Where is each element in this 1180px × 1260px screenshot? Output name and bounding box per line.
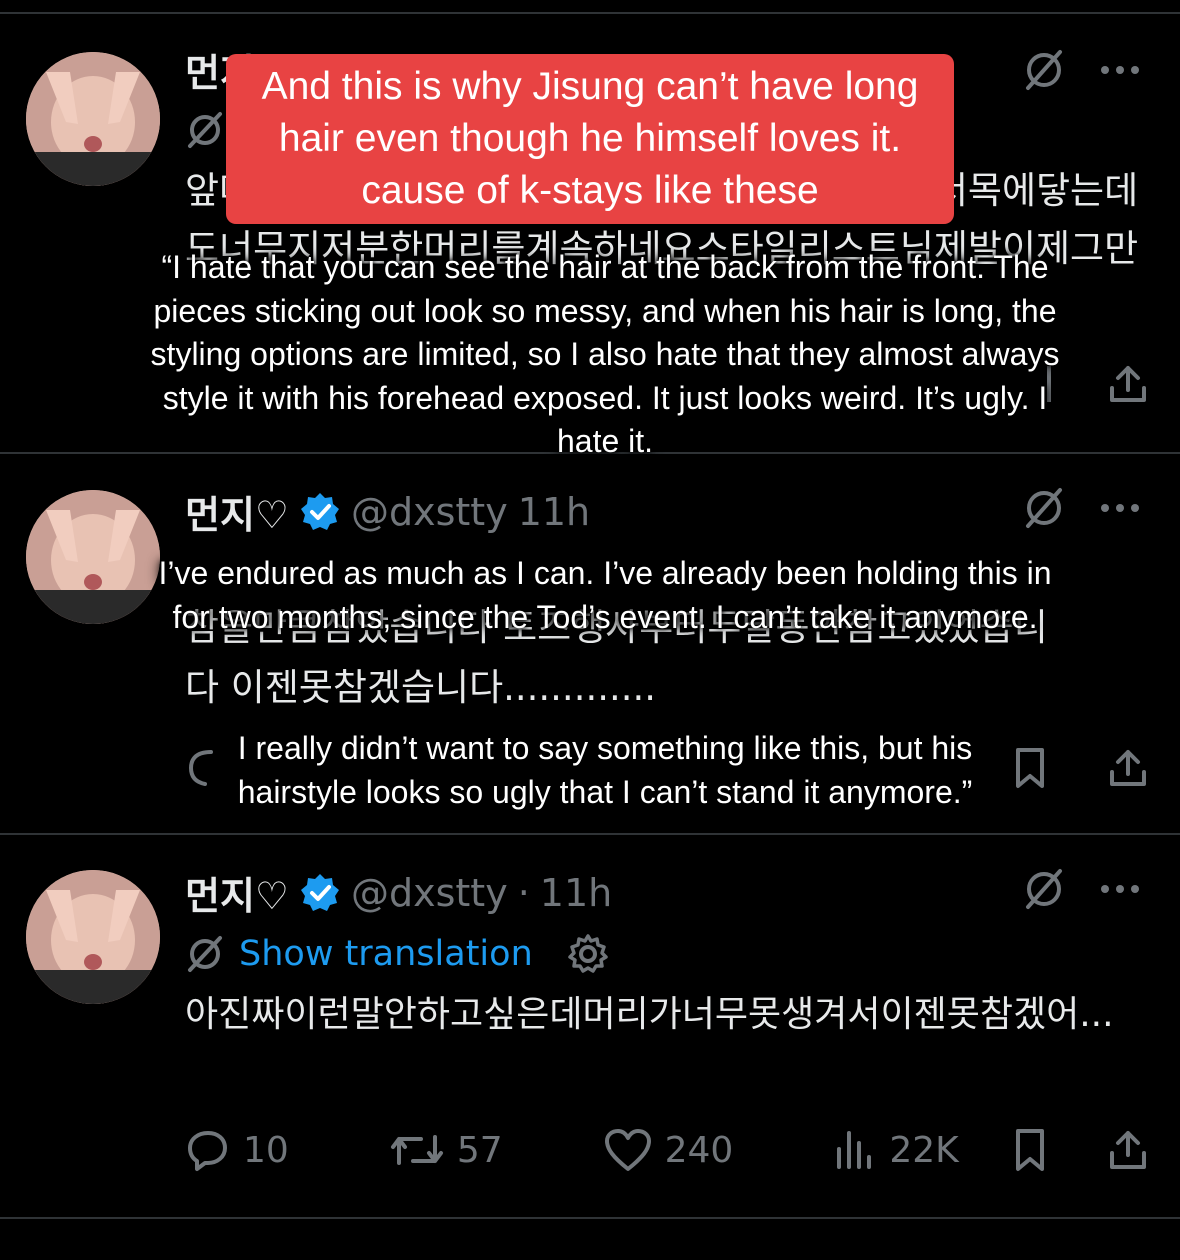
avatar[interactable] [26, 490, 160, 624]
views-count: 22K [889, 1129, 959, 1171]
repost-count: 57 [456, 1129, 503, 1171]
like-button[interactable]: 240 [603, 1127, 734, 1173]
tweet-top-actions [1022, 486, 1140, 530]
like-count: 240 [664, 1129, 734, 1171]
tweet-header: 먼지♡ @dxstty 11h [185, 484, 590, 539]
gear-icon[interactable] [567, 933, 609, 975]
red-caption-text: And this is why Jisung can’t have long h… [261, 65, 919, 212]
grok-icon[interactable] [1022, 48, 1066, 92]
tweet-top-actions [1022, 48, 1140, 92]
tweet-text-line-2: 다 이젠못참겠습니다............. [185, 666, 657, 709]
repost-button[interactable]: 57 [389, 1127, 503, 1173]
reply-icon [188, 1131, 227, 1171]
like-icon [604, 1129, 651, 1171]
grok-icon[interactable] [1022, 486, 1066, 530]
caption-quote-3: I really didn’t want to say something li… [237, 730, 973, 810]
bookmark-icon [1016, 1129, 1044, 1171]
tweet-top-actions [1022, 867, 1140, 911]
views-button[interactable]: 22K [833, 1127, 959, 1173]
verified-badge-icon [299, 491, 341, 533]
more-icon[interactable] [1100, 65, 1140, 75]
share-button[interactable] [1106, 1127, 1150, 1173]
translate-row: Show translation [185, 933, 609, 975]
avatar[interactable] [26, 52, 160, 186]
grok-icon[interactable] [1022, 867, 1066, 911]
tweet-3[interactable]: 먼지♡ @dxstty · 11h Show translation 아진짜이런… [0, 835, 1180, 1215]
username[interactable]: @dxstty [351, 490, 508, 534]
reply-count: 10 [243, 1129, 289, 1171]
share-icon [1110, 1131, 1146, 1169]
translate-icon [185, 110, 225, 150]
red-caption-banner: And this is why Jisung can’t have long h… [226, 54, 954, 224]
timestamp[interactable]: 11h [540, 871, 612, 915]
more-icon[interactable] [1100, 503, 1140, 513]
bookmark-button[interactable] [1010, 746, 1050, 790]
repost-icon [390, 1135, 443, 1165]
username[interactable]: @dxstty [351, 871, 508, 915]
display-name[interactable]: 먼지♡ [185, 484, 289, 539]
views-icon [837, 1131, 872, 1169]
share-button[interactable] [1106, 746, 1150, 790]
tweet-text: 아진짜이런말안하고싶은데머리가너무못생겨서이젠못참겠어... [185, 994, 1114, 1035]
divider-bottom [0, 1217, 1180, 1219]
timestamp[interactable]: 11h [518, 490, 590, 534]
tweet-header: 먼지♡ @dxstty · 11h [185, 865, 612, 920]
tweet-actions: 10 57 240 22K [185, 1127, 1150, 1173]
display-name[interactable]: 먼지♡ [185, 865, 289, 920]
bookmark-button[interactable] [1010, 1127, 1050, 1173]
verified-badge-icon [299, 872, 341, 914]
separator-dot: · [517, 870, 530, 915]
translate-icon [185, 934, 225, 974]
avatar[interactable] [26, 870, 160, 1004]
caption-quote-2: I’ve endured as much as I can. I’ve alre… [158, 555, 1052, 635]
share-button[interactable] [1106, 362, 1150, 406]
translate-row [185, 110, 225, 150]
show-translation-link[interactable]: Show translation [239, 934, 533, 974]
caption-quote-1: “I hate that you can see the hair at the… [150, 249, 1060, 459]
reply-button[interactable]: 10 [185, 1127, 289, 1173]
more-icon[interactable] [1100, 884, 1140, 894]
